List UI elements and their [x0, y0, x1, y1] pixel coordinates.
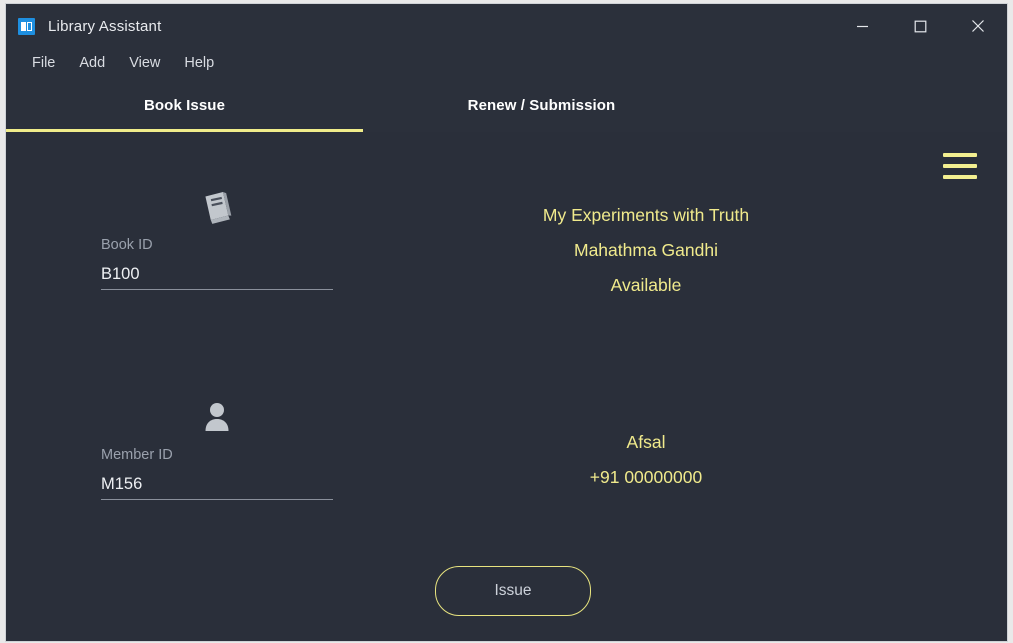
- member-id-label: Member ID: [101, 447, 173, 463]
- member-id-input[interactable]: M156: [101, 471, 333, 497]
- tab-book-issue[interactable]: Book Issue: [6, 78, 363, 132]
- minimize-icon: [856, 25, 868, 27]
- menu-item-help[interactable]: Help: [172, 52, 226, 74]
- tab-bar: Book Issue Renew / Submission: [6, 78, 1007, 132]
- content-area: Book ID B100 Member ID M156 My Experimen: [6, 132, 1007, 641]
- close-icon: [972, 20, 984, 32]
- screen: Library Assistant File Add View Help Boo…: [0, 0, 1013, 643]
- book-id-field-group: Book ID B100: [101, 192, 333, 290]
- hamburger-bar-middle: [943, 164, 977, 168]
- menu-item-file[interactable]: File: [20, 52, 67, 74]
- window-controls: [833, 4, 1007, 48]
- tab-renew-submission[interactable]: Renew / Submission: [363, 78, 720, 132]
- close-button[interactable]: [949, 4, 1007, 48]
- tab-renew-submission-label: Renew / Submission: [467, 96, 616, 114]
- hamburger-bar-top: [943, 153, 977, 157]
- tab-book-issue-label: Book Issue: [143, 96, 226, 114]
- member-phone-text: +91 00000000: [589, 467, 703, 487]
- issue-button[interactable]: Issue: [435, 566, 591, 616]
- menu-bar: File Add View Help: [6, 48, 1007, 78]
- book-status-text: Available: [610, 275, 682, 295]
- book-icon: [201, 190, 233, 224]
- member-name-text: Afsal: [626, 432, 666, 452]
- library-app-icon: [18, 17, 35, 35]
- member-id-field-group: Member ID M156: [101, 403, 333, 500]
- minimize-button[interactable]: [833, 4, 891, 48]
- title-bar: Library Assistant: [6, 4, 1007, 48]
- hamburger-bar-bottom: [943, 175, 977, 179]
- maximize-icon: [914, 20, 926, 32]
- book-id-input[interactable]: B100: [101, 261, 333, 287]
- hamburger-menu-icon[interactable]: [943, 153, 977, 179]
- maximize-button[interactable]: [891, 4, 949, 48]
- book-id-underline: [101, 289, 333, 290]
- person-icon: [201, 400, 233, 434]
- book-title-text: My Experiments with Truth: [542, 205, 750, 225]
- application-window: Library Assistant File Add View Help Boo…: [6, 4, 1007, 641]
- book-details-panel: My Experiments with Truth Mahathma Gandh…: [386, 198, 906, 303]
- book-id-label: Book ID: [101, 237, 153, 253]
- book-author-text: Mahathma Gandhi: [574, 240, 718, 260]
- member-details-panel: Afsal +91 00000000: [386, 425, 906, 495]
- menu-item-view[interactable]: View: [117, 52, 172, 74]
- member-id-underline: [101, 499, 333, 500]
- window-title: Library Assistant: [48, 17, 162, 35]
- issue-button-label: Issue: [494, 582, 532, 599]
- menu-item-add[interactable]: Add: [67, 52, 117, 74]
